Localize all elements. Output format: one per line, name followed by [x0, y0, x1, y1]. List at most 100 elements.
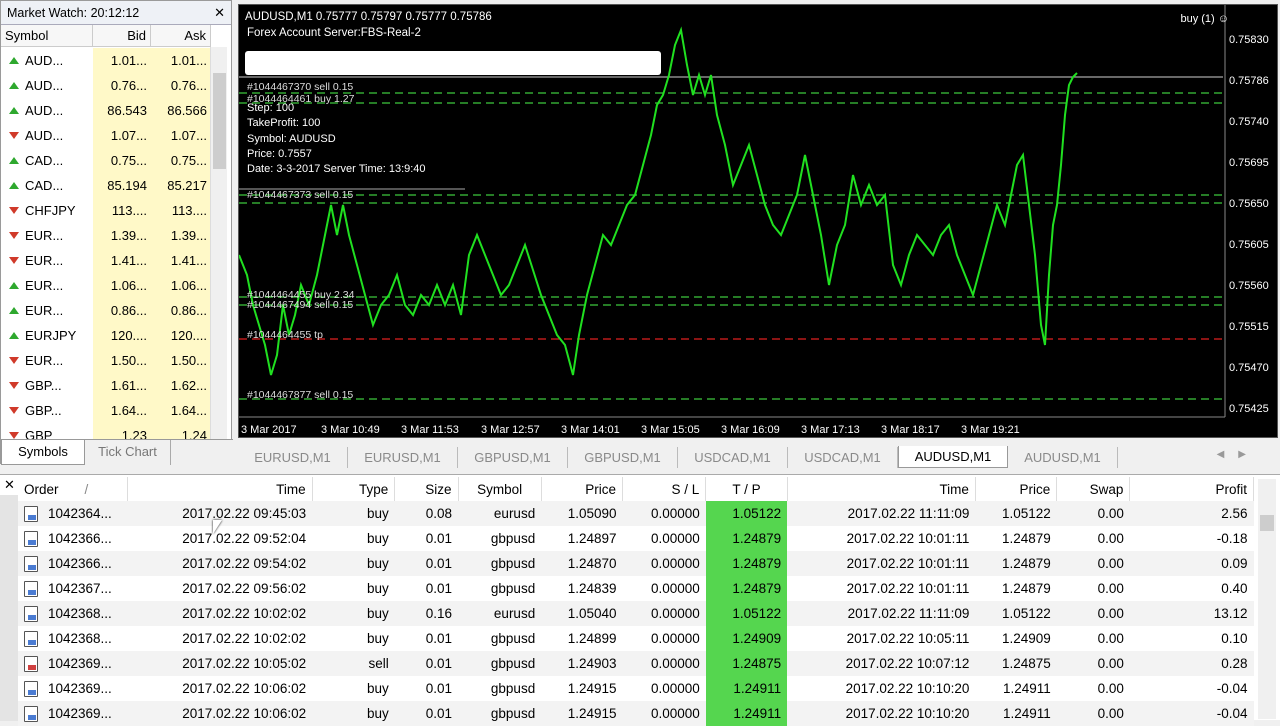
symbol-cell: eurusd	[458, 501, 542, 526]
type-cell: buy	[367, 531, 389, 546]
symbol-cell: EUR...	[1, 353, 93, 368]
order-label[interactable]: #1044464461 buy 1.27	[247, 93, 354, 105]
size-cell: 0.01	[425, 631, 453, 646]
arrow-down-icon	[9, 432, 19, 439]
history-row[interactable]: 1042369... 2017.02.22 10:06:02 buy 0.01 gbpu…	[18, 701, 1254, 726]
history-row[interactable]: 1042366... 2017.02.22 09:54:02 buy 0.01 gbpu…	[18, 551, 1254, 576]
history-row[interactable]: 1042369... 2017.02.22 10:06:02 buy 0.01 gbpu…	[18, 676, 1254, 701]
market-watch-row[interactable]: EUR... 1.41... 1.41...	[1, 248, 211, 273]
price-chart[interactable]: 0.75830 0.75786 0.75740 0.75695 0.75650 0.756…	[238, 4, 1278, 438]
chart-input-box[interactable]	[245, 51, 661, 75]
history-row[interactable]: 1042366... 2017.02.22 09:52:04 buy 0.01 gbpu…	[18, 526, 1254, 551]
symbol-name: EUR...	[25, 253, 64, 268]
order-label[interactable]: #1044467370 sell 0.15	[247, 81, 353, 93]
column-header-symbol[interactable]: Symbol	[1, 25, 93, 46]
history-row[interactable]: 1042368... 2017.02.22 10:02:02 buy 0.16 euru…	[18, 601, 1254, 626]
swap-cell: 0.00	[1056, 601, 1130, 626]
tab-tick-chart[interactable]: Tick Chart	[85, 440, 171, 465]
symbol-name: EURJPY	[25, 328, 77, 343]
chart-tab[interactable]: EURUSD,M1	[348, 446, 458, 468]
close-icon[interactable]: ✕	[4, 477, 15, 493]
column-header-bid[interactable]: Bid	[93, 25, 151, 46]
market-watch-row[interactable]: EURJPY 120.... 120....	[1, 323, 211, 348]
history-row[interactable]: 1042367... 2017.02.22 09:56:02 buy 0.01 gbpu…	[18, 576, 1254, 601]
column-header[interactable]: Symbol	[458, 477, 542, 501]
market-watch-row[interactable]: AUD... 0.76... 0.76...	[1, 73, 211, 98]
sort-indicator-icon: /	[84, 481, 89, 497]
terminal-panel: ✕ Order / Time Type Size Symbol Price S / LT / …	[0, 474, 1280, 726]
scrollbar-thumb[interactable]	[1260, 515, 1274, 531]
order-label[interactable]: #1044464455 tp	[247, 329, 323, 341]
history-row[interactable]: 1042368... 2017.02.22 10:02:02 buy 0.01 gbpu…	[18, 626, 1254, 651]
scrollbar-thumb[interactable]	[213, 73, 226, 169]
terminal-scrollbar[interactable]	[1258, 479, 1276, 719]
column-header[interactable]: Order /	[18, 477, 129, 501]
market-watch-row[interactable]: EUR... 1.06... 1.06...	[1, 273, 211, 298]
market-watch-row[interactable]: GBP... 1.64... 1.64...	[1, 398, 211, 423]
chart-tab[interactable]: AUDUSD,M1	[898, 446, 1008, 468]
market-watch-row[interactable]: CHFJPY 113.... 113....	[1, 198, 211, 223]
market-watch-row[interactable]: EUR... 1.39... 1.39...	[1, 223, 211, 248]
size-cell: 0.01	[425, 581, 453, 596]
column-header[interactable]: Size	[394, 477, 459, 501]
chart-tab[interactable]: GBPUSD,M1	[458, 446, 568, 468]
close-icon[interactable]: ✕	[214, 5, 225, 21]
tab-symbols[interactable]: Symbols	[1, 440, 85, 465]
market-watch-row[interactable]: GBP... 1.61... 1.62...	[1, 373, 211, 398]
close-price-cell: 1.24879	[1001, 531, 1051, 546]
column-header[interactable]: T / P	[705, 477, 788, 501]
chart-tab[interactable]: GBPUSD,M1	[568, 446, 678, 468]
column-header[interactable]: Price	[541, 477, 624, 501]
symbol-name: EUR...	[25, 228, 64, 243]
column-header[interactable]: Swap	[1056, 477, 1131, 501]
market-watch-scrollbar[interactable]	[210, 47, 227, 439]
chart-tab[interactable]: EURUSD,M1	[238, 446, 348, 468]
time-axis-label: 3 Mar 17:13	[801, 424, 860, 436]
close-time-cell: 2017.02.22 10:01:11	[846, 531, 970, 546]
open-time-cell: 2017.02.22 10:05:02	[127, 651, 313, 676]
time-axis-label: 3 Mar 11:53	[401, 424, 459, 436]
ea-info-panel: Step: 100 TakeProfit: 100 Symbol: AUDUSD Pr…	[247, 101, 426, 177]
chart-server-label: Forex Account Server:FBS-Real-2	[247, 27, 421, 39]
price-axis-label: 0.75830	[1229, 34, 1269, 46]
order-label[interactable]: #1044467494 sell 0.15	[247, 299, 353, 311]
profit-cell: -0.18	[1216, 531, 1248, 546]
order-label[interactable]: #1044467877 sell 0.15	[247, 389, 353, 401]
close-time-cell: 2017.02.22 10:01:11	[846, 581, 970, 596]
market-watch-row[interactable]: EUR... 1.50... 1.50...	[1, 348, 211, 373]
market-watch-row[interactable]: CAD... 85.194 85.217	[1, 173, 211, 198]
history-row[interactable]: 1042364... 2017.02.22 09:45:03 buy 0.08 euru…	[18, 501, 1254, 526]
column-header[interactable]: Time	[127, 477, 313, 501]
history-row[interactable]: 1042369... 2017.02.22 10:05:02 sell 0.01 gbp…	[18, 651, 1254, 676]
ask-cell: 0.86...	[151, 298, 211, 323]
column-header[interactable]: Profit	[1129, 477, 1254, 501]
tab-scroll-arrows-icon[interactable]: ◀▶	[1217, 449, 1260, 460]
sl-cell: 0.00000	[650, 681, 700, 696]
arrow-up-icon	[9, 332, 19, 339]
chart-tab[interactable]: USDCAD,M1	[678, 446, 788, 468]
chart-tab[interactable]: USDCAD,M1	[788, 446, 898, 468]
symbol-name: AUD...	[25, 103, 64, 118]
buy-order-icon	[24, 605, 38, 622]
ask-cell: 1.01...	[151, 48, 211, 73]
market-watch-row[interactable]: AUD... 1.07... 1.07...	[1, 123, 211, 148]
column-header[interactable]: Price	[975, 477, 1058, 501]
expert-status-indicator[interactable]: buy (1) ☺	[1180, 13, 1229, 25]
arrow-down-icon	[9, 357, 19, 364]
column-header-ask[interactable]: Ask	[151, 25, 211, 46]
column-header[interactable]: Time	[787, 477, 976, 501]
order-label[interactable]: #1044467373 sell 0.15	[247, 189, 353, 201]
market-watch-row[interactable]: EUR... 0.86... 0.86...	[1, 298, 211, 323]
open-price-cell: 1.24839	[567, 581, 617, 596]
market-watch-row[interactable]: AUD... 86.543 86.566	[1, 98, 211, 123]
order-number: 1042369...	[48, 656, 112, 671]
chart-tab[interactable]: AUDUSD,M1	[1008, 446, 1118, 468]
market-watch-row[interactable]: CAD... 0.75... 0.75...	[1, 148, 211, 173]
column-header[interactable]: S / L	[622, 477, 707, 501]
symbol-name: EUR...	[25, 278, 64, 293]
order-cell: 1042369...	[18, 701, 128, 726]
market-watch-row[interactable]: AUD... 1.01... 1.01...	[1, 48, 211, 73]
column-header[interactable]: Type	[312, 477, 396, 501]
symbol-name: GBP...	[25, 403, 62, 418]
close-price-cell: 1.24875	[975, 651, 1057, 676]
